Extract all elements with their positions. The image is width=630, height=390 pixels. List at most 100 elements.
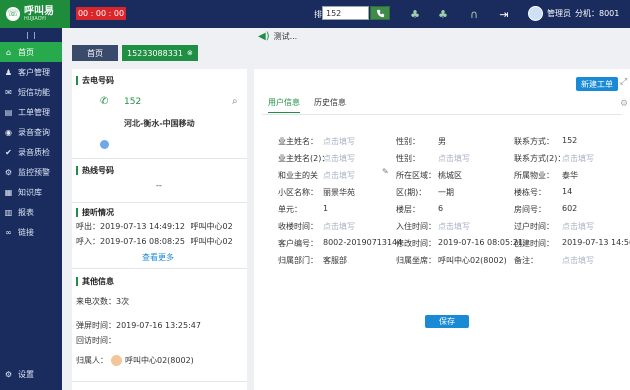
user-name: 管理员	[547, 9, 571, 18]
field-value[interactable]: 点击填写	[562, 255, 594, 266]
field-value[interactable]: 点击填写	[323, 153, 355, 164]
field-value[interactable]: 152	[562, 136, 577, 145]
phone-icon	[376, 9, 384, 17]
dial-button[interactable]	[370, 6, 390, 20]
field-label: 所属物业：	[514, 171, 554, 180]
owner-label: 归属人：	[76, 356, 108, 365]
field-value[interactable]: 泰华	[562, 170, 578, 181]
call-time: 2019-07-13 14:49:12	[100, 222, 185, 231]
divider	[72, 381, 247, 382]
sidebar-item-recordings[interactable]: ◉ 录音查询	[0, 122, 62, 142]
save-button[interactable]: 保存	[425, 315, 469, 328]
field-value[interactable]: 点击填写	[438, 153, 470, 164]
field-value[interactable]: 点击填写	[323, 136, 355, 147]
callback-time: 回访时间：	[76, 336, 116, 345]
call-record: 呼出：2019-07-13 14:49:12 呼叫中心02	[76, 221, 233, 232]
user-info[interactable]: 管理员 分机：8001	[528, 6, 619, 21]
field-value[interactable]: 呼叫中心02(8002)	[438, 255, 507, 266]
field-label: 性别：	[396, 154, 420, 163]
field-label: 小区名称：	[278, 188, 318, 197]
field-label: 入住时间：	[396, 222, 436, 231]
sidebar-item-label: 报表	[18, 207, 34, 217]
notice-text: 测试...	[273, 32, 298, 41]
logo-mark-icon: ☏	[6, 7, 20, 21]
field-value[interactable]: 8002-20190713144	[323, 238, 402, 247]
sidebar-item-monitor[interactable]: ⚙ 监控预警	[0, 162, 62, 182]
field-value[interactable]: 客服部	[323, 255, 347, 266]
top-bar: ☏ 呼叫易 HUJIAOYI 00 : 00 : 00 排队：0 ♣ ♣ ∩ ⇥…	[0, 0, 630, 28]
status-group-icon[interactable]: ♣	[436, 7, 450, 21]
new-ticket-button[interactable]: 新建工单	[576, 77, 618, 91]
search-icon[interactable]: ⌕	[232, 96, 238, 107]
gear-icon: ⚙	[4, 369, 13, 379]
field-value[interactable]: 602	[562, 204, 577, 213]
field-value[interactable]: 点击填写	[562, 153, 594, 164]
field-label: 归属坐席：	[396, 256, 436, 265]
edit-pencil-icon[interactable]: ✎	[382, 167, 389, 176]
sidebar-item-label: 客户管理	[18, 67, 50, 77]
sidebar-item-settings[interactable]: ⚙ 设置	[0, 364, 62, 384]
field-value[interactable]: 一期	[438, 187, 454, 198]
sidebar-item-label: 短信功能	[18, 87, 50, 97]
field-value[interactable]: 点击填写	[562, 221, 594, 232]
customer-info-panel: 新建工单 ⤢ 用户信息 历史信息 ⚙ 业主姓名： 点击填写 性别：男联系方式： 152…	[254, 69, 630, 390]
divider	[262, 114, 622, 115]
field-label: 楼层：	[396, 205, 420, 214]
expand-icon[interactable]: ⤢	[620, 77, 627, 87]
field-value[interactable]: 点击填写	[438, 221, 470, 232]
field-value[interactable]: 1	[323, 204, 328, 213]
tab-customer-call[interactable]: 15233088331 ⊗	[122, 45, 198, 61]
sidebar-item-links[interactable]: ∞ 链接	[0, 222, 62, 242]
close-icon[interactable]: ⊗	[187, 49, 193, 57]
monitor-icon: ⚙	[4, 167, 13, 177]
sidebar-item-reports[interactable]: ▥ 报表	[0, 202, 62, 222]
logo: ☏ 呼叫易 HUJIAOYI	[0, 0, 70, 28]
sidebar-item-quality[interactable]: ✔ 录音质检	[0, 142, 62, 162]
field-value[interactable]: 2019-07-16 08:05:21	[438, 238, 523, 247]
settings-icon[interactable]: ⚙	[620, 99, 628, 109]
field-value[interactable]: 桃城区	[438, 170, 462, 181]
sidebar-toggle-icon[interactable]	[0, 28, 62, 42]
call-type: 呼出：	[76, 222, 100, 231]
sidebar-item-home[interactable]: ⌂ 首页	[0, 42, 62, 62]
field-label: 所在区域：	[396, 171, 436, 180]
field-label: 性别：	[396, 137, 420, 146]
field-value[interactable]: 点击填写	[323, 221, 355, 232]
home-icon: ⌂	[5, 47, 12, 57]
sidebar-item-knowledge[interactable]: ▦ 知识库	[0, 182, 62, 202]
link-icon: ∞	[5, 227, 12, 237]
sidebar-item-customers[interactable]: ♟ 客户管理	[0, 62, 62, 82]
info-tabs: 用户信息 历史信息	[268, 97, 346, 113]
hotline-value: --	[156, 181, 162, 190]
sidebar-item-tickets[interactable]: ▤ 工单管理	[0, 102, 62, 122]
field-value[interactable]: 2019-07-13 14:56:34	[562, 238, 630, 247]
sidebar-item-label: 录音查询	[18, 127, 50, 137]
field-value[interactable]: 6	[438, 204, 443, 213]
field-label: 联系方式(2)：	[514, 154, 566, 163]
field-label: 区(期)：	[396, 188, 427, 197]
view-more-link[interactable]: 查看更多	[142, 252, 174, 263]
tab-history[interactable]: 历史信息	[314, 97, 346, 113]
field-value[interactable]: 14	[562, 187, 572, 196]
speaker-icon: ◀)	[258, 31, 270, 42]
popup-time: 弹屏时间：2019-07-16 13:25:47	[76, 321, 201, 330]
field-label: 备注：	[514, 256, 538, 265]
tab-label: 15233088331	[127, 48, 183, 58]
tab-home[interactable]: 首页	[72, 45, 118, 61]
dial-input[interactable]	[322, 6, 369, 20]
field-label: 客户编号：	[278, 239, 318, 248]
field-value[interactable]: 男	[438, 136, 446, 147]
outgoing-title: 去电号码	[72, 75, 247, 86]
field-value[interactable]: 丽景华苑	[323, 187, 355, 198]
tab-user-info[interactable]: 用户信息	[268, 97, 300, 113]
headset-icon[interactable]: ∩	[467, 7, 481, 21]
status-plant-icon[interactable]: ♣	[408, 7, 422, 21]
logout-icon[interactable]: ⇥	[497, 7, 511, 21]
extension-label: 分机：8001	[575, 9, 620, 18]
call-type: 呼入：	[76, 237, 100, 246]
sms-icon: ✉	[5, 87, 12, 97]
call-timer: 00 : 00 : 00	[76, 7, 126, 20]
field-value[interactable]: 点击填写	[323, 170, 355, 181]
sidebar-item-sms[interactable]: ✉ 短信功能	[0, 82, 62, 102]
sidebar: ⌂ 首页 ♟ 客户管理 ✉ 短信功能 ▤ 工单管理 ◉ 录音查询 ✔ 录音质检 ⚙ 监控预警 …	[0, 28, 62, 390]
